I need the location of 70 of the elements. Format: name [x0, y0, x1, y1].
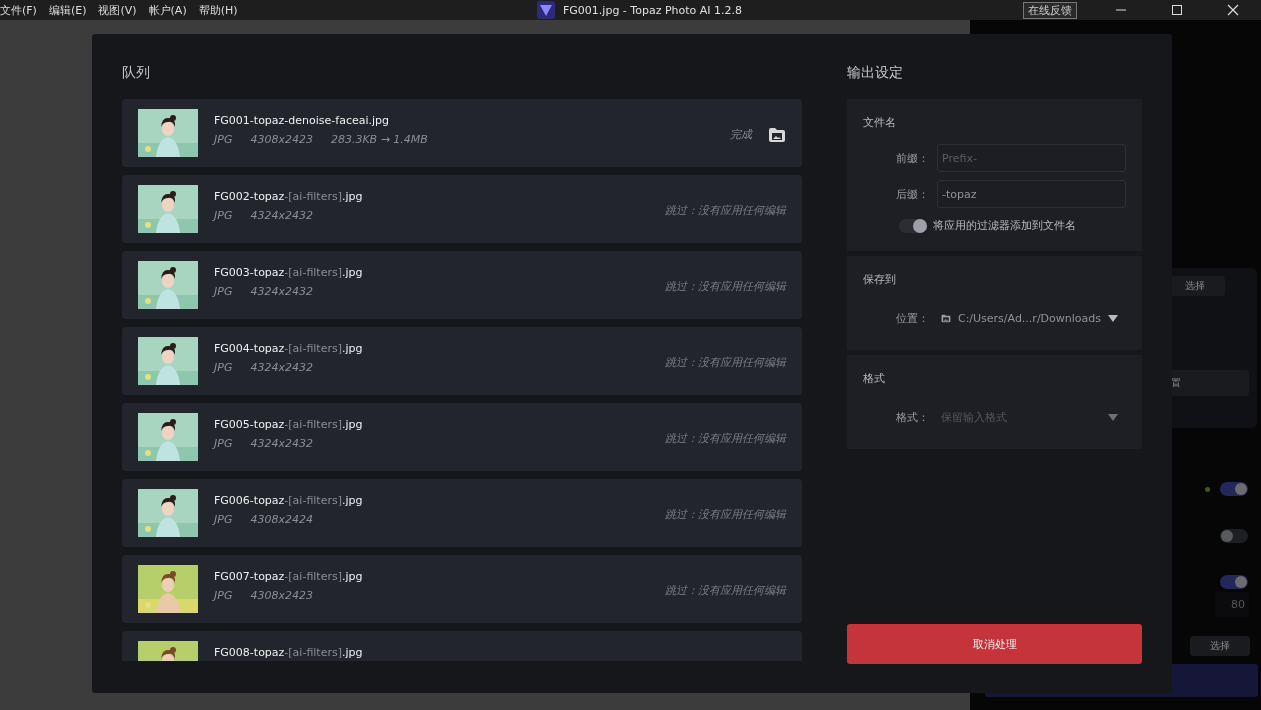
file-name: FG001-topaz-denoise-faceai.jpg [214, 114, 391, 127]
format-label: 格式： [895, 410, 929, 425]
queue-item[interactable]: FG001-topaz-denoise-faceai.jpg JPG 4308x2423 283.3KB → 1.4MB 完成 [122, 99, 802, 167]
image-dimensions: 4308x2423 [250, 589, 313, 602]
status-text: 跳过：没有应用任何编辑 [665, 355, 786, 370]
folder-icon [941, 312, 951, 325]
image-dimensions: 4308x2423 [250, 133, 313, 146]
toggle-switch[interactable] [1220, 575, 1248, 589]
image-dimensions: 4324x2432 [250, 285, 313, 298]
prefix-label: 前缀： [895, 150, 929, 166]
file-name: FG006-topaz-[ai-filters].jpg [214, 494, 364, 507]
section-title: 保存到 [863, 272, 897, 287]
feedback-button[interactable]: 在线反馈 [1023, 1, 1077, 19]
image-dimensions: 4324x2432 [250, 209, 313, 222]
queue-item[interactable]: FG005-topaz-[ai-filters].jpg JPG 4324x2432 跳过：没有应用任何编辑 [122, 403, 802, 471]
cancel-button[interactable]: 取消处理 [847, 624, 1142, 664]
select-button[interactable]: 选择 [1190, 636, 1250, 656]
window-title: FG001.jpg - Topaz Photo AI 1.2.8 [563, 3, 743, 17]
location-dropdown[interactable]: C:/Users/Ad...r/Downloads [937, 312, 1126, 325]
status-text: 跳过：没有应用任何编辑 [665, 279, 786, 294]
status-text: 跳过：没有应用任何编辑 [665, 203, 786, 218]
menu-item[interactable]: 文件(F) [0, 2, 37, 18]
file-format: JPG [214, 513, 233, 526]
file-name: FG005-topaz-[ai-filters].jpg [214, 418, 364, 431]
status-text: 跳过：没有应用任何编辑 [665, 583, 786, 598]
file-name: FG002-topaz-[ai-filters].jpg [214, 190, 364, 203]
queue-item[interactable]: FG002-topaz-[ai-filters].jpg JPG 4324x2432 跳过：没有应用任何编辑 [122, 175, 802, 243]
status-text: 跳过：没有应用任何编辑 [665, 507, 786, 522]
queue-item[interactable]: FG006-topaz-[ai-filters].jpg JPG 4308x2424 跳过：没有应用任何编辑 [122, 479, 802, 547]
image-dimensions: 4324x2432 [250, 437, 313, 450]
menu-item[interactable]: 帮助(H) [198, 2, 238, 18]
section-title: 格式 [863, 371, 886, 386]
status-text: 完成 [730, 127, 752, 142]
menu-item[interactable]: 视图(V) [98, 2, 137, 18]
file-name: FG008-topaz-[ai-filters].jpg [214, 646, 364, 659]
section-title: 文件名 [863, 115, 897, 130]
queue-item[interactable]: FG004-topaz-[ai-filters].jpg JPG 4324x2432 跳过：没有应用任何编辑 [122, 327, 802, 395]
folder-icon[interactable] [768, 127, 786, 143]
caret-icon [1108, 315, 1118, 322]
image-dimensions: 4308x2424 [250, 513, 313, 526]
file-format: JPG [214, 209, 233, 222]
menu-item[interactable]: 编辑(E) [48, 2, 87, 18]
file-name: FG004-topaz-[ai-filters].jpg [214, 342, 364, 355]
file-format: JPG [214, 589, 233, 602]
file-format: JPG [214, 133, 233, 146]
file-name: FG003-topaz-[ai-filters].jpg [214, 266, 364, 279]
prefix-field[interactable]: Prefix- [937, 144, 1126, 172]
close-icon[interactable] [1227, 4, 1239, 16]
file-name: FG007-topaz-[ai-filters].jpg [214, 570, 364, 583]
image-dimensions: 4324x2432 [250, 361, 313, 374]
toggle-switch[interactable] [1220, 482, 1248, 496]
file-format: JPG [214, 361, 233, 374]
maximize-icon[interactable] [1171, 4, 1183, 16]
suffix-label: 后缀： [895, 186, 929, 202]
queue-item[interactable]: FG008-topaz-[ai-filters].jpg [122, 631, 802, 661]
file-size: 283.3KB → 1.4MB [330, 133, 428, 146]
logo-icon [537, 1, 555, 19]
location-label: 位置： [895, 311, 929, 326]
suffix-field[interactable]: -topaz [937, 180, 1126, 208]
caret-icon [1108, 414, 1118, 421]
status-text: 跳过：没有应用任何编辑 [665, 431, 786, 446]
queue-item[interactable]: FG003-topaz-[ai-filters].jpg JPG 4324x2432 跳过：没有应用任何编辑 [122, 251, 802, 319]
file-format: JPG [214, 285, 233, 298]
toggle-label: 将应用的过滤器添加到文件名 [933, 218, 1076, 233]
queue-item[interactable]: FG007-topaz-[ai-filters].jpg JPG 4308x2423 跳过：没有应用任何编辑 [122, 555, 802, 623]
output-settings-title: 输出设定 [847, 64, 904, 82]
toggle-switch[interactable] [1220, 529, 1248, 543]
menu-item[interactable]: 帐户(A) [148, 2, 187, 18]
queue-title: 队列 [122, 64, 151, 82]
file-format: JPG [214, 437, 233, 450]
